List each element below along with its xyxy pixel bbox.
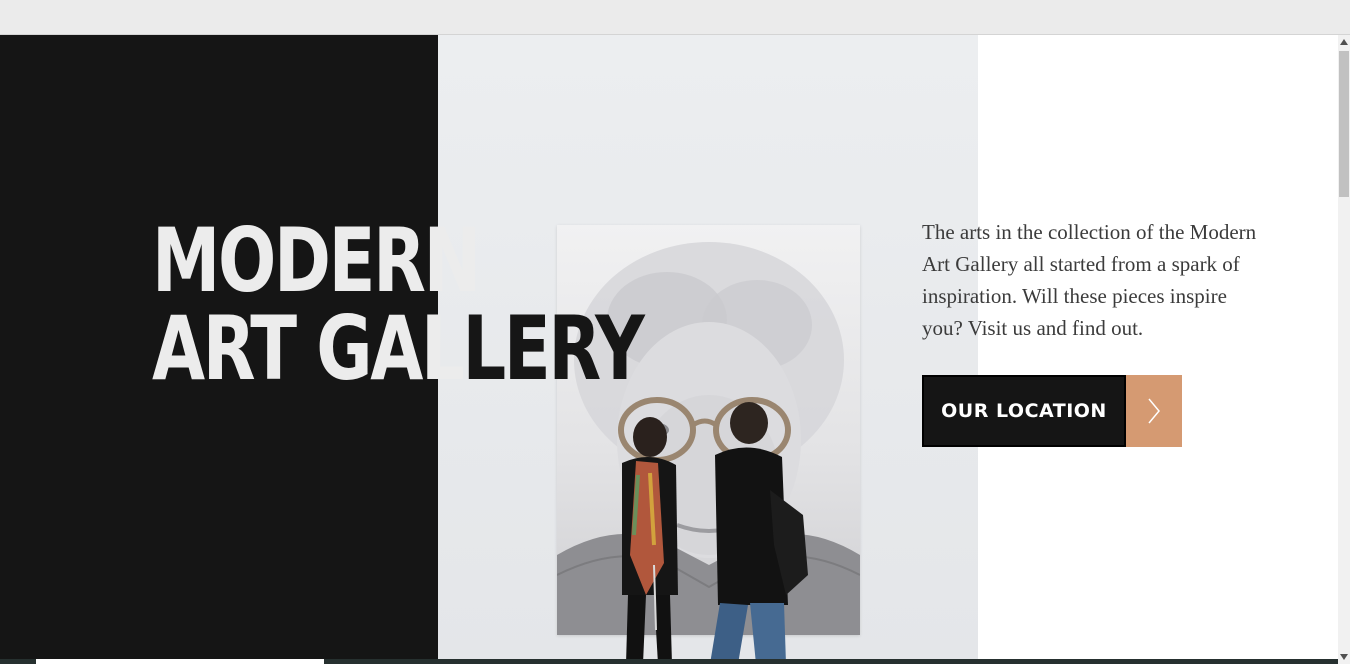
scrollbar-thumb[interactable]: [1339, 51, 1349, 197]
page-viewport: MODERN ART GALLERY The arts in the colle…: [0, 35, 1338, 664]
next-section-tab: [36, 659, 324, 664]
headline-line-2-light: ART GAL: [152, 297, 465, 400]
vertical-scrollbar[interactable]: [1338, 35, 1350, 664]
our-location-button[interactable]: OUR LOCATION: [922, 375, 1182, 447]
visitors-illustration: [622, 402, 808, 664]
scroll-up-arrow-icon[interactable]: [1338, 35, 1350, 49]
scroll-down-arrow-icon[interactable]: [1338, 650, 1350, 664]
headline-line-2-dark: LERY: [462, 297, 644, 400]
headline-line-2: ART GALLERY: [152, 305, 645, 393]
headline-line-1: MODERN: [152, 209, 481, 312]
our-location-button-label: OUR LOCATION: [922, 375, 1126, 447]
hero-headline: MODERN ART GALLERY: [152, 209, 645, 393]
chevron-right-icon: [1126, 375, 1182, 447]
next-section-edge: [0, 659, 1338, 664]
browser-toolbar: [0, 0, 1350, 35]
hero-intro-text: The arts in the collection of the Modern…: [922, 220, 1257, 340]
